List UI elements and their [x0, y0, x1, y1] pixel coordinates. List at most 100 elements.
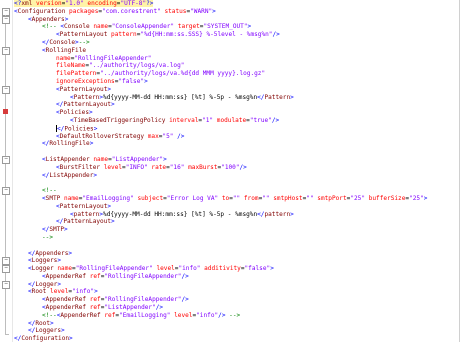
code-line[interactable]: </Policies> [14, 124, 470, 133]
xml-token-val: "5" [162, 132, 174, 140]
xml-token-tag: RollingFile [49, 140, 90, 148]
code-line[interactable]: <TimeBasedTriggeringPolicy interval="1" … [14, 117, 470, 125]
xml-token-attr: packages [69, 7, 99, 15]
code-line[interactable]: <Loggers> [14, 257, 470, 265]
xml-token-val: "info" [72, 288, 95, 296]
code-line[interactable]: <Root level="info"> [14, 288, 470, 296]
code-line[interactable]: <Policies> [14, 109, 470, 117]
xml-token-tag: AppenderRef [45, 272, 87, 280]
code-line[interactable]: </ListAppender> [14, 172, 470, 180]
fold-toggle-root[interactable] [2, 281, 10, 289]
xml-token-attr: version [36, 0, 62, 7]
code-line[interactable]: </PatternLayout> [14, 218, 470, 226]
fold-toggle-listappender[interactable] [2, 156, 10, 164]
code-line[interactable]: <BurstFilter level="INFO" rate="16" maxB… [14, 164, 470, 172]
code-line[interactable]: <Appenders> [14, 16, 470, 24]
xml-token-attr: rate [151, 163, 167, 171]
xml-token-txt: %d{yyyy-MM-dd HH:mm:ss} [%t] %-5p - %msg… [103, 210, 258, 218]
code-line[interactable]: </PatternLayout> [14, 101, 470, 109]
code-line[interactable]: fileName="../authority/logs/va.log" [14, 62, 470, 70]
xml-token-val: "true" [249, 116, 272, 124]
xml-token-bracket: /> [218, 311, 226, 319]
xml-token-bracket: > [111, 218, 115, 226]
code-area[interactable]: <?xml version="1.0" encoding="UTF-8"?> <C… [14, 0, 470, 342]
code-line[interactable]: <DefaultRolloverStrategy max="5" /> [14, 133, 470, 141]
code-line[interactable]: </Appenders> [14, 250, 470, 258]
code-line[interactable]: --> [14, 234, 470, 242]
fold-toggle-logger[interactable] [2, 265, 10, 273]
xml-token-bracket: > [68, 249, 73, 257]
code-line[interactable]: <Configuration packages="com.corestrent"… [14, 8, 470, 16]
fold-toggle-patternlayout[interactable] [2, 86, 10, 94]
code-line[interactable]: <AppenderRef ref="ListAppender"/> [14, 304, 470, 312]
xml-token-cmt: --> [78, 38, 90, 46]
code-line[interactable]: <SMTP name="EmailLogging" subject="Error… [14, 195, 470, 203]
code-line[interactable]: </Loggers> [14, 327, 470, 335]
xml-token-bracket: > [290, 93, 294, 101]
fold-toggle-appenders[interactable] [2, 16, 10, 24]
xml-token-val: "" [306, 194, 314, 202]
code-line[interactable]: <AppenderRef ref="RollingFileAppender"/> [14, 273, 470, 281]
xml-token-bracket: /> [272, 31, 280, 39]
xml-token-attr: ref [89, 272, 101, 280]
xml-token-tag: Root [31, 288, 47, 296]
fold-toggle-rollingfile[interactable] [2, 47, 10, 55]
xml-token-val: "100" [221, 163, 240, 171]
xml-token-attr: ref [89, 296, 101, 304]
code-line[interactable]: </RollingFile> [14, 140, 470, 148]
xml-token-val: "EmailLogging" [82, 194, 134, 202]
code-line[interactable]: <!-- <Console name="ConsoleAppender" tar… [14, 23, 470, 31]
code-line[interactable]: <PatternLayout pattern="%d{HH:mm:ss.SSS}… [14, 31, 470, 39]
xml-token-attr: from [243, 194, 259, 202]
xml-token-attr: encoding [87, 0, 117, 7]
code-line[interactable] [14, 179, 470, 187]
xml-token-cmt: <!-- [42, 23, 61, 31]
xml-token-attr: name [57, 265, 73, 273]
xml-token-tag: Pattern [73, 93, 100, 101]
fold-end-configuration [5, 334, 9, 335]
xml-token-attr: name [93, 155, 109, 163]
xml-token-attr: subject [137, 194, 164, 202]
code-line[interactable]: <Logger name="RollingFileAppender" level… [14, 265, 470, 273]
xml-token-attr: ref [89, 304, 101, 312]
xml-token-tag: RollingFile [45, 46, 87, 54]
xml-token-tag: DefaultRolloverStrategy [59, 132, 145, 140]
fold-gutter [0, 0, 13, 342]
xml-token-bracket: > [111, 101, 115, 109]
fold-toggle-smtp[interactable] [2, 187, 10, 195]
xml-token-bracket: > [107, 202, 112, 210]
xml-token-bracket: /> [239, 163, 247, 171]
code-line[interactable]: <!--<AppenderRef ref="EmailLogging" leve… [14, 312, 470, 320]
code-line[interactable]: filePattern="../authority/logs/va.%d{dd … [14, 70, 470, 78]
xml-token-attr: level [103, 163, 123, 171]
code-line[interactable]: <AppenderRef ref="RollingFileAppender"/> [14, 296, 470, 304]
code-line[interactable]: ignoreExceptions="false"> [14, 78, 470, 86]
code-line[interactable]: <RollingFile [14, 47, 470, 55]
code-line[interactable]: <?xml version="1.0" encoding="UTF-8"?> [14, 0, 470, 8]
code-line[interactable]: <PatternLayout> [14, 86, 470, 94]
code-line[interactable]: <ListAppender name="ListAppender"> [14, 156, 470, 164]
code-line[interactable]: </SMTP> [14, 226, 470, 234]
code-line[interactable]: <pattern>%d{yyyy-MM-dd HH:mm:ss} [%t] %-… [14, 211, 470, 219]
xml-editor[interactable]: <?xml version="1.0" encoding="UTF-8"?><C… [0, 0, 474, 342]
xml-token-tag: Logger [35, 280, 58, 288]
code-line[interactable]: <PatternLayout> [14, 203, 470, 211]
code-line[interactable]: <Pattern>%d{yyyy-MM-dd HH:mm:ss} [%t] %-… [14, 94, 470, 102]
xml-token-tag: PatternLayout [59, 31, 108, 39]
xml-token-bracket: /> [181, 272, 189, 280]
code-line[interactable]: </Root> [14, 320, 470, 328]
xml-token-val: "" [262, 194, 270, 202]
xml-token-bracket: > [144, 77, 148, 85]
xml-token-bracket: > [57, 257, 62, 265]
code-line[interactable]: name="RollingFileAppender" [14, 55, 470, 63]
xml-token-tag: Policies [64, 125, 94, 133]
code-line[interactable]: <!-- [14, 187, 470, 195]
xml-token-attr: name [56, 54, 71, 62]
code-line[interactable] [14, 148, 470, 156]
xml-token-val: "com.corestrent" [102, 7, 161, 15]
code-line[interactable]: </Logger> [14, 281, 470, 289]
xml-token-val: "false" [118, 77, 145, 85]
code-line[interactable] [14, 242, 470, 250]
code-line[interactable]: </Console>--> [14, 39, 470, 47]
xml-token-attr: max [147, 132, 159, 140]
